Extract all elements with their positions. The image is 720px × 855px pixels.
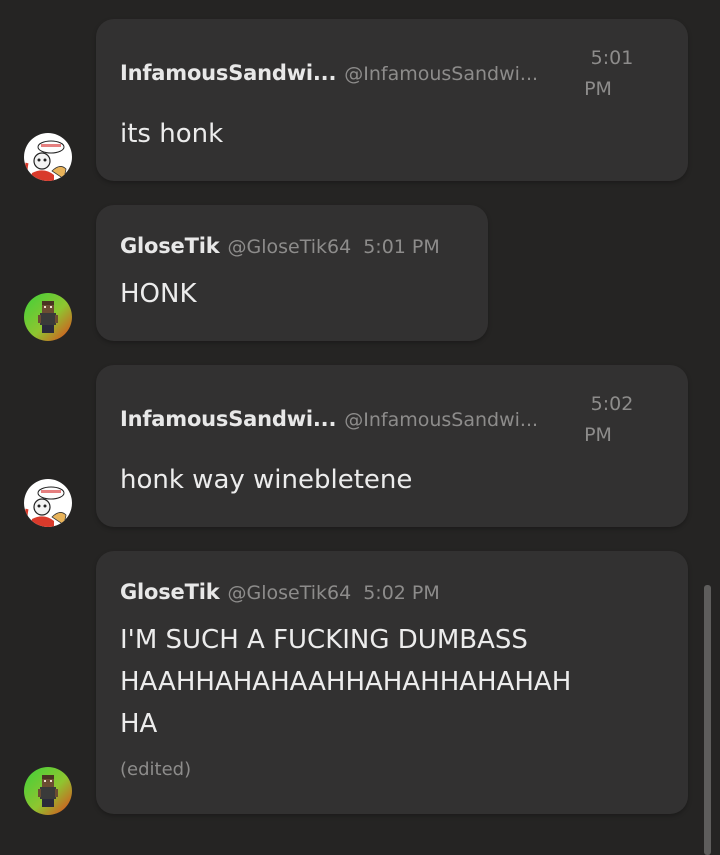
timestamp-time: 5:02 — [590, 393, 634, 415]
message-header: GloseTik @GloseTik64 5:01 PM — [120, 234, 440, 258]
message-bubble: InfamousSandwi... @InfamousSandwi... 5:02… — [96, 365, 688, 527]
message-text: I'M SUCH A FUCKING DUMBASS HAAHHAHAHAAHH… — [120, 619, 571, 745]
author-handle[interactable]: @GloseTik64 — [228, 236, 352, 258]
user-avatar[interactable] — [24, 479, 72, 527]
user-avatar[interactable] — [24, 293, 72, 341]
timestamp-time: 5:01 — [590, 47, 634, 69]
user-avatar[interactable] — [24, 767, 72, 815]
user-avatar[interactable] — [24, 133, 72, 181]
message-timestamp: 5:02 PM — [564, 389, 644, 451]
message-timestamp: 5:01 PM — [363, 236, 440, 258]
message-timestamp: 5:01 PM — [564, 43, 644, 105]
timestamp-ampm: PM — [584, 78, 612, 100]
message-text-line: I'M SUCH A FUCKING DUMBASS — [120, 625, 528, 655]
message-text: honk way winebletene — [120, 465, 413, 495]
papyrus-avatar-icon — [24, 479, 72, 527]
message-text-line: HA — [120, 709, 158, 739]
message-bubble: GloseTik @GloseTik64 5:02 PM I'M SUCH A FU… — [96, 551, 688, 814]
message-timestamp: 5:02 PM — [363, 582, 440, 604]
papyrus-avatar-icon — [24, 133, 72, 181]
message-bubble: GloseTik @GloseTik64 5:01 PM HONK — [96, 205, 488, 341]
author-handle[interactable]: @GloseTik64 — [228, 582, 352, 604]
author-name[interactable]: GloseTik — [120, 234, 220, 258]
message-header: GloseTik @GloseTik64 5:02 PM — [120, 580, 440, 604]
pixel-character-avatar-icon — [24, 767, 72, 815]
message-header: InfamousSandwi... @InfamousSandwi... — [120, 61, 538, 85]
author-name[interactable]: InfamousSandwi... — [120, 407, 336, 431]
message-text: HONK — [120, 279, 197, 309]
message-header: InfamousSandwi... @InfamousSandwi... — [120, 407, 538, 431]
author-name[interactable]: InfamousSandwi... — [120, 61, 336, 85]
message-text-line: HAAHHAHAHAAHHAHAHHAHAHAH — [120, 667, 572, 697]
pixel-character-avatar-icon — [24, 293, 72, 341]
message-bubble: InfamousSandwi... @InfamousSandwi... 5:01… — [96, 19, 688, 181]
author-handle[interactable]: @InfamousSandwi... — [344, 63, 538, 85]
message-text: its honk — [120, 119, 224, 149]
edited-label: (edited) — [120, 759, 192, 780]
author-handle[interactable]: @InfamousSandwi... — [344, 409, 538, 431]
timestamp-ampm: PM — [584, 424, 612, 446]
author-name[interactable]: GloseTik — [120, 580, 220, 604]
scrollbar[interactable] — [704, 585, 711, 855]
